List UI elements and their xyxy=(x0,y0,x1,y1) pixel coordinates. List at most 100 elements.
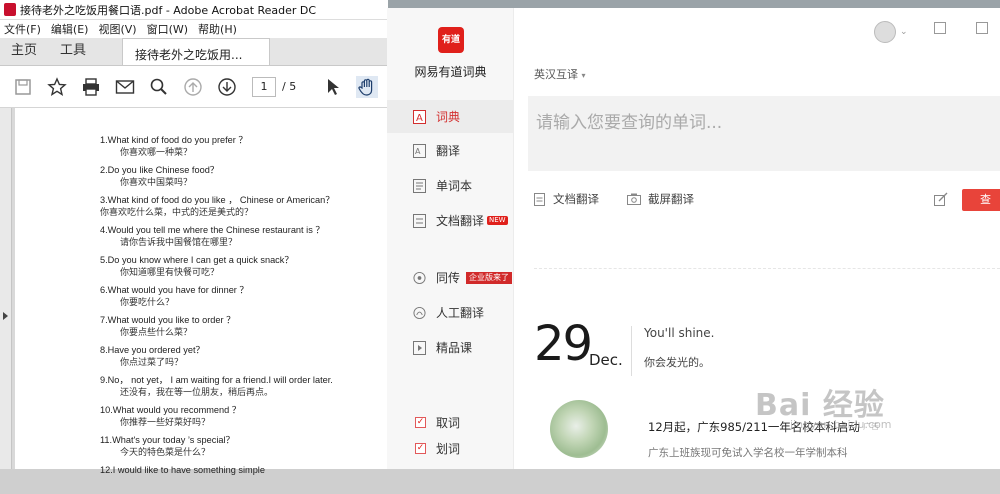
desktop-background xyxy=(388,0,1000,8)
new-badge: NEW xyxy=(487,216,508,225)
sidebar-item-label: 文档翻译 xyxy=(436,214,485,228)
answer-text: 你知道哪里有快餐可吃？ xyxy=(120,268,220,278)
answer-text: 你喜欢吃什么菜，中式的还是美式的？ xyxy=(100,208,254,218)
youdao-logo: 有道 xyxy=(438,27,464,53)
youdao-sidebar: 有道 网易有道词典 A 词典 A 翻译 单词本 文档翻译 NEW 同传 企业版来… xyxy=(387,8,514,469)
chevron-down-icon[interactable]: ⌄ xyxy=(900,27,908,37)
sidebar-item-human-translate[interactable]: 人工翻译 xyxy=(387,296,514,329)
screenshot-translate-button[interactable]: 截屏翻译 xyxy=(627,191,694,207)
pdf-page: 1.What kind of food do you prefer ？ 你喜欢哪一… xyxy=(15,108,388,475)
search-input[interactable]: 请输入您要查询的单词... xyxy=(528,96,1000,171)
sidebar-item-doc-translate[interactable]: 文档翻译 NEW xyxy=(387,204,514,237)
question-text: 11.What's your today ’s special？ xyxy=(100,435,235,445)
question-text: 7.What would you like to order ？ xyxy=(100,315,236,325)
menu-file[interactable]: 文件(F) xyxy=(0,21,47,37)
wordbook-icon xyxy=(413,178,426,193)
tab-tools[interactable]: 工具 xyxy=(49,39,98,65)
answer-text: 请你告诉我中国餐馆在哪里？ xyxy=(120,238,238,248)
sidebar-item-label: 翻译 xyxy=(436,144,461,158)
sidebar-item-translate[interactable]: A 翻译 xyxy=(387,134,514,167)
sidebar-item-label: 单词本 xyxy=(436,179,473,193)
page-down-icon[interactable] xyxy=(210,70,244,104)
qa-item: 2.Do you like Chinese food？ 你喜欢中国菜吗？ xyxy=(100,164,388,194)
tab-home[interactable]: 主页 xyxy=(0,39,49,65)
menu-bar: 文件(F) 编辑(E) 视图(V) 窗口(W) 帮助(H) xyxy=(0,20,388,38)
acrobat-toolbar: 1 / 5 xyxy=(0,66,388,108)
ad-subtitle[interactable]: 广东上班族现可免试入学名校一年学制本科 xyxy=(648,445,848,460)
daily-quote-zh: 你会发光的。 xyxy=(644,356,710,369)
hand-tool-icon[interactable] xyxy=(350,70,384,104)
doc-translate-button[interactable]: 文档翻译 xyxy=(534,191,599,207)
answer-text: 你要点些什么菜？ xyxy=(120,328,193,338)
qa-item: 11.What's your today ’s special？ 今天的特色菜是什… xyxy=(100,434,388,464)
question-text: 8.Have you ordered yet？ xyxy=(100,345,205,355)
sidebar-item-wordbook[interactable]: 单词本 xyxy=(387,169,514,202)
check-icon[interactable]: ✓ xyxy=(415,417,426,428)
avatar[interactable] xyxy=(874,21,896,43)
sidebar-item-courses[interactable]: 精品课 xyxy=(387,331,514,364)
answer-text: 你推荐一些好菜好吗？ xyxy=(120,418,211,428)
save-icon[interactable] xyxy=(6,70,40,104)
qa-item: 1.What kind of food do you prefer ？ 你喜欢哪一… xyxy=(100,134,388,164)
translate-icon: A xyxy=(413,143,426,158)
daily-month: Dec. xyxy=(589,351,623,369)
maximize-icon[interactable] xyxy=(976,22,988,34)
page-total: / 5 xyxy=(282,80,297,93)
question-text: 5.Do you know where I can get a quick sn… xyxy=(100,255,294,265)
question-text: 4.Would you tell me where the Chinese re… xyxy=(100,225,325,235)
qa-item: 3.What kind of food do you like ， Chines… xyxy=(100,194,388,224)
divider xyxy=(631,326,632,376)
divider xyxy=(534,268,1000,269)
menu-view[interactable]: 视图(V) xyxy=(94,21,142,37)
ad-thumbnail[interactable] xyxy=(550,400,608,458)
page-up-icon[interactable] xyxy=(176,70,210,104)
select-cursor-icon[interactable] xyxy=(316,70,350,104)
menu-help[interactable]: 帮助(H) xyxy=(194,21,243,37)
tool-label: 文档翻译 xyxy=(553,192,599,206)
daily-quote-en: You'll shine. xyxy=(644,326,715,340)
svg-text:A: A xyxy=(415,147,421,156)
answer-text: 你要吃什么？ xyxy=(120,298,175,308)
left-panel-toggle[interactable] xyxy=(0,108,12,469)
restore-window-icon[interactable] xyxy=(934,22,946,34)
edit-icon[interactable] xyxy=(934,192,948,209)
pdf-app-icon xyxy=(4,3,16,16)
mail-icon[interactable] xyxy=(108,70,142,104)
app-name: 网易有道词典 xyxy=(414,65,487,79)
sidebar-item-label: 人工翻译 xyxy=(436,306,485,320)
qa-item: 4.Would you tell me where the Chinese re… xyxy=(100,224,388,254)
qa-item: 8.Have you ordered yet？ 你点过菜了吗？ xyxy=(100,344,388,374)
menu-window[interactable]: 窗口(W) xyxy=(143,21,194,37)
tab-bar: 主页 工具 接待老外之吃饭用... xyxy=(0,38,388,66)
answer-text: 你喜欢哪一种菜？ xyxy=(120,148,193,158)
sidebar-item-label: 词典 xyxy=(436,110,461,124)
question-text: 6.What would you have for dinner ？ xyxy=(100,285,249,295)
page-number-input[interactable]: 1 xyxy=(252,76,276,97)
qa-item: 5.Do you know where I can get a quick sn… xyxy=(100,254,388,284)
document-area: 1.What kind of food do you prefer ？ 你喜欢哪一… xyxy=(0,108,388,475)
tab-document[interactable]: 接待老外之吃饭用... xyxy=(122,38,271,65)
course-icon xyxy=(413,340,426,355)
language-selector[interactable]: 英汉互译 ▾ xyxy=(534,66,586,82)
question-text: 3.What kind of food do you like ， Chines… xyxy=(100,195,335,205)
sidebar-item-dictionary[interactable]: A 词典 xyxy=(387,100,514,133)
qa-item: 10.What would you recommend ？ 你推荐一些好菜好吗？ xyxy=(100,404,388,434)
acrobat-window: 接待老外之吃饭用餐口语.pdf - Adobe Acrobat Reader D… xyxy=(0,0,388,475)
search-icon[interactable] xyxy=(142,70,176,104)
camera-icon xyxy=(627,193,641,205)
print-icon[interactable] xyxy=(74,70,108,104)
sidebar-item-label: 同传 xyxy=(436,271,461,285)
query-button[interactable]: 查 询 xyxy=(962,189,1000,228)
sidebar-item-interpretation[interactable]: 同传 企业版来了 xyxy=(387,261,514,294)
qa-item: 6.What would you have for dinner ？ 你要吃什么？ xyxy=(100,284,388,314)
checkbox-label: 取词 xyxy=(436,416,461,430)
question-text: 9.No， not yet， I am waiting for a friend… xyxy=(100,375,333,385)
bookmark-star-icon[interactable] xyxy=(40,70,74,104)
question-text: 2.Do you like Chinese food？ xyxy=(100,165,219,175)
select-translate-toggle[interactable]: ✓ 划词 xyxy=(415,440,460,457)
word-capture-toggle[interactable]: ✓ 取词 xyxy=(415,414,460,431)
daily-day: 29 xyxy=(534,316,593,372)
menu-edit[interactable]: 编辑(E) xyxy=(47,21,95,37)
answer-text: 还没有，我在等一位朋友，稍后再点。 xyxy=(120,388,274,398)
check-icon[interactable]: ✓ xyxy=(415,443,426,454)
